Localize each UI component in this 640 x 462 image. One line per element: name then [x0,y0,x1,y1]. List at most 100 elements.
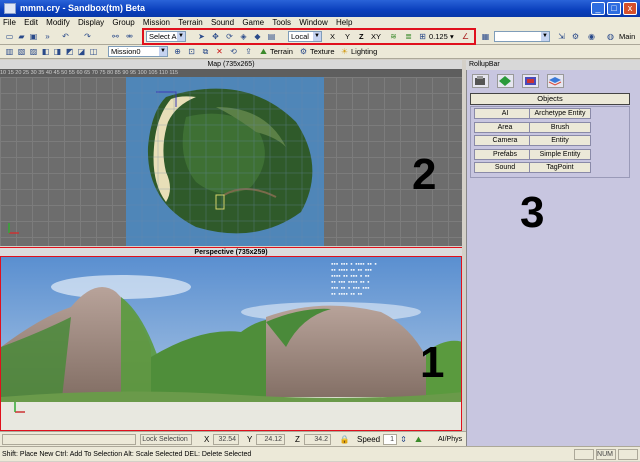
highlight-box [142,28,476,45]
camera-icon[interactable]: ▨ [28,46,39,57]
main-layout-label[interactable]: Main [619,31,635,42]
tab-terrain[interactable] [497,74,514,88]
texture-icon[interactable]: ⚙ [298,46,309,57]
map-ruler: 10 15 20 25 30 35 40 45 50 55 60 65 70 7… [0,69,462,77]
info-icon[interactable]: ◧ [40,46,51,57]
annotation-number-three: 3 [520,188,545,237]
y-coordinate-field[interactable]: 24.12 [256,434,285,445]
texture-button[interactable]: Texture [310,46,335,57]
scroll-indicator [618,449,638,460]
x-coordinate-field[interactable]: 32.54 [213,434,239,445]
rollup-bar-title: RollupBar [466,60,640,70]
window-title: mmm.cry - Sandbox(tm) Beta [20,3,146,13]
caps-indicator [574,449,594,460]
svg-text:▪▪ ▪▪▪ ▪▪▪▪ ▪▪ ▪: ▪▪ ▪▪▪ ▪▪▪▪ ▪▪ ▪ [331,279,370,284]
layer-icon[interactable]: ▥ [4,46,15,57]
title-bar: mmm.cry - Sandbox(tm) Beta _ □ x [0,0,640,17]
menu-modify[interactable]: Modify [43,17,73,29]
close-button[interactable]: x [623,2,637,15]
menu-edit[interactable]: Edit [21,17,41,29]
tab-layers[interactable] [547,74,564,88]
vegetation-icon[interactable]: ◫ [88,46,99,57]
reload-icon[interactable]: ⟲ [228,46,239,57]
svg-text:▪▪ ▪▪▪▪ ▪▪ ▪▪ ▪▪▪: ▪▪ ▪▪▪▪ ▪▪ ▪▪ ▪▪▪ [331,267,372,272]
num-lock-indicator: NUM [596,449,616,460]
open-folder-icon[interactable]: ▰ [16,31,27,42]
status-hint-text: Shift: Place New Ctrl: Add To Selection … [2,451,252,458]
delete-icon[interactable]: ✕ [214,46,225,57]
terrain-icon[interactable]: ⛰ [258,46,269,57]
search-dropdown[interactable]: ▼ [494,31,550,42]
more-icon[interactable]: » [42,31,53,42]
menu-group[interactable]: Group [109,17,137,29]
annotation-number-two: 2 [412,150,437,199]
status-bar: Shift: Place New Ctrl: Add To Selection … [0,446,640,461]
redo-icon[interactable]: ↷ [82,31,93,42]
mission-add-icon[interactable]: ⊕ [172,46,183,57]
mission-value: Mission0 [111,47,141,56]
terrain-collision-icon[interactable]: ⛰ [413,434,424,445]
new-file-icon[interactable]: ▭ [4,31,15,42]
sound-icon[interactable]: ◪ [76,46,87,57]
mission-copy-icon[interactable]: ⧉ [200,46,211,57]
lock-icon[interactable]: 🔒 [339,434,350,445]
main-layout-icon[interactable]: ◍ [605,31,616,42]
link-icon[interactable]: ⚯ [110,31,121,42]
object-brush-button[interactable]: Brush [529,122,591,133]
perspective-viewport[interactable]: ▪▪▪ ▪▪▪ ▪ ▪▪▪▪ ▪▪ ▪ ▪▪ ▪▪▪▪ ▪▪ ▪▪ ▪▪▪ ▪▪… [0,256,462,431]
object-tagpoint-button[interactable]: TagPoint [529,162,591,173]
export-icon[interactable]: ⇪ [243,46,254,57]
speed-spinner-icon[interactable]: ⇕ [398,434,409,445]
lighting-icon[interactable]: ☀ [339,46,350,57]
map-axis-gizmo [6,222,20,236]
save-icon[interactable]: ▣ [28,31,39,42]
goto-icon[interactable]: ⇲ [556,31,567,42]
objects-button[interactable]: Objects [470,93,630,105]
svg-text:▪▪▪ ▪▪▪ ▪ ▪▪▪▪ ▪▪ ▪: ▪▪▪ ▪▪▪ ▪ ▪▪▪▪ ▪▪ ▪ [331,261,377,266]
physics-icon[interactable]: ◨ [52,46,63,57]
chevron-down-icon: ▼ [159,47,167,56]
object-prefabs-button[interactable]: Prefabs [474,149,536,160]
y-coordinate-label: Y [247,435,253,444]
display-icon[interactable]: ▧ [16,46,27,57]
bookmark-icon[interactable]: ▦ [480,31,491,42]
secondary-toolbar: ▥ ▧ ▨ ◧ ◨ ◩ ◪ ◫ Mission0 ▼ ⊕ ⊡ ⧉ ✕ ⟲ ⇪ ⛰… [0,45,640,59]
svg-text:▪▪▪▪ ▪▪ ▪▪▪ ▪ ▪▪: ▪▪▪▪ ▪▪ ▪▪▪ ▪ ▪▪ [331,273,370,278]
tab-display[interactable] [522,74,539,88]
chevron-down-icon: ▼ [541,32,549,41]
perspective-scene: ▪▪▪ ▪▪▪ ▪ ▪▪▪▪ ▪▪ ▪ ▪▪ ▪▪▪▪ ▪▪ ▪▪ ▪▪▪ ▪▪… [1,257,461,430]
object-simple-entity-button[interactable]: Simple Entity [529,149,591,160]
lock-selection-button[interactable]: Lock Selection [140,434,192,445]
minimize-button[interactable]: _ [591,2,605,15]
mission-dropdown[interactable]: Mission0 ▼ [108,46,168,57]
tab-objects[interactable] [472,74,489,88]
app-icon [4,3,16,14]
mission-props-icon[interactable]: ⊡ [186,46,197,57]
svg-text:▪▪▪ ▪▪ ▪ ▪▪▪ ▪▪▪: ▪▪▪ ▪▪ ▪ ▪▪▪ ▪▪▪ [331,285,370,290]
tool-settings-icon[interactable]: ⚙ [570,31,581,42]
object-area-button[interactable]: Area [474,122,536,133]
z-coordinate-field[interactable]: 34.2 [304,434,331,445]
object-entity-button[interactable]: Entity [529,135,591,146]
undo-icon[interactable]: ↶ [60,31,71,42]
lighting-button[interactable]: Lighting [351,46,377,57]
maximize-button[interactable]: □ [607,2,621,15]
ai-icon[interactable]: ◩ [64,46,75,57]
status-message-field [2,434,136,445]
object-camera-button[interactable]: Camera [474,135,536,146]
unlink-icon[interactable]: ⚮ [124,31,135,42]
speed-field[interactable]: 1 [383,434,397,445]
speed-label: Speed [357,435,381,444]
terrain-button[interactable]: Terrain [270,46,293,57]
map-terrain-image[interactable] [126,77,324,246]
object-sound-button[interactable]: Sound [474,162,536,173]
ai-physics-button[interactable]: AI/Phys [438,434,462,445]
object-icon[interactable]: ◉ [586,31,597,42]
menu-file[interactable]: File [0,17,19,29]
coordinate-bar: Lock Selection X 32.54 Y 24.12 Z 34.2 🔒 … [0,431,466,446]
object-archetype-entity-button[interactable]: Archetype Entity [529,108,591,119]
z-coordinate-label: Z [295,435,300,444]
perspective-viewport-header: Perspective (735x259) [0,247,462,256]
object-ai-button[interactable]: AI [474,108,536,119]
menu-display[interactable]: Display [75,17,107,29]
